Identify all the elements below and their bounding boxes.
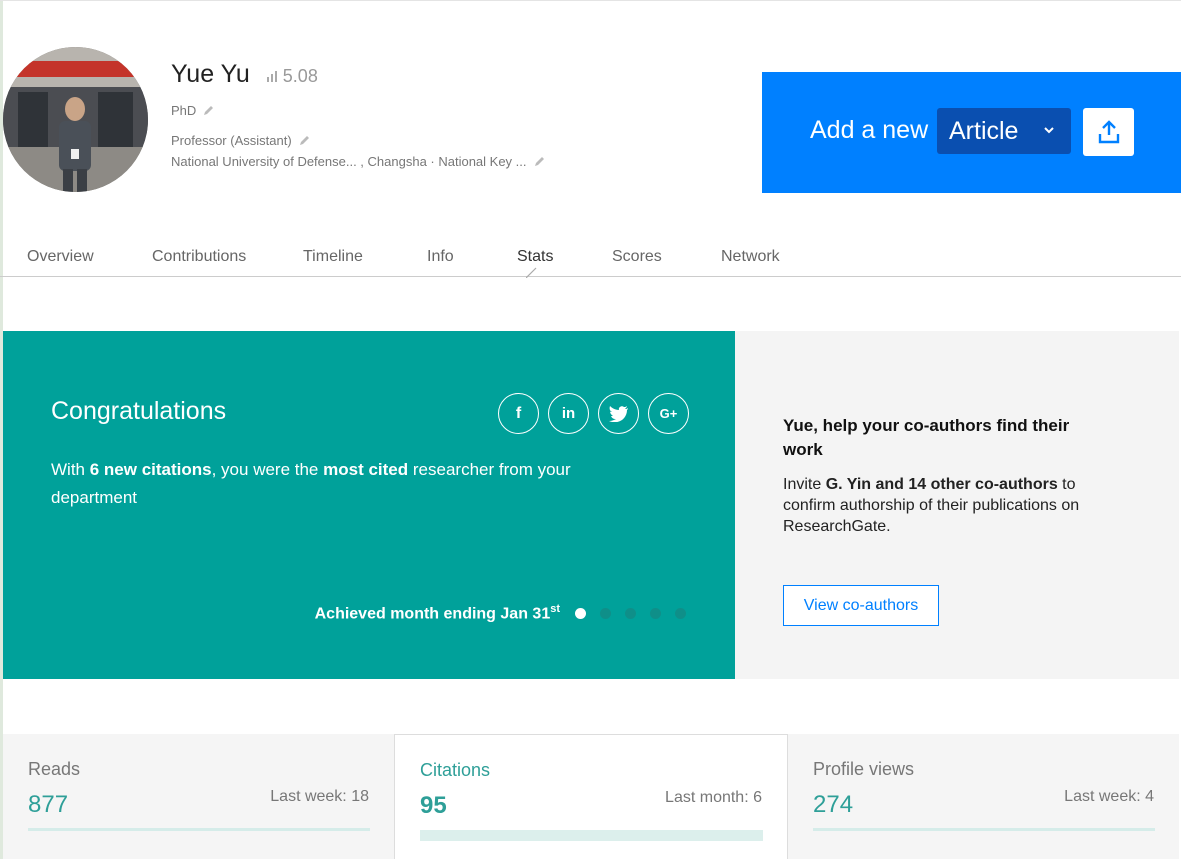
bar-chart-icon bbox=[266, 71, 277, 82]
congratulations-title: Congratulations bbox=[51, 397, 227, 425]
msg-prefix: With bbox=[51, 460, 90, 479]
congratulations-panel: Congratulations f in G+ With 6 new citat… bbox=[3, 331, 735, 679]
google-plus-share-button[interactable]: G+ bbox=[648, 393, 689, 434]
institution: National University of Defense... , Chan… bbox=[171, 154, 527, 169]
carousel-dot[interactable] bbox=[625, 608, 636, 619]
chevron-down-icon bbox=[1044, 127, 1054, 134]
facebook-icon: f bbox=[515, 404, 522, 422]
carousel-dot[interactable] bbox=[675, 608, 686, 619]
degree: PhD bbox=[171, 103, 197, 118]
profile-views-value: 274 bbox=[813, 791, 854, 818]
google-plus-icon: G+ bbox=[659, 406, 678, 421]
upload-button[interactable] bbox=[1083, 108, 1134, 156]
profile-views-card[interactable]: Profile views 274 Last week: 4 bbox=[788, 734, 1179, 859]
tab-timeline[interactable]: Timeline bbox=[303, 248, 363, 266]
add-new-banner: Add a new Article bbox=[762, 72, 1181, 193]
rg-score[interactable]: 5.08 bbox=[266, 66, 318, 87]
tab-contributions[interactable]: Contributions bbox=[152, 248, 246, 266]
view-coauthors-button[interactable]: View co-authors bbox=[783, 585, 939, 626]
tab-stats[interactable]: Stats bbox=[517, 248, 553, 266]
institution-line: National University of Defense... , Chan… bbox=[171, 154, 545, 169]
reads-value: 877 bbox=[28, 791, 69, 818]
body-coauthors: G. Yin and 14 other co-authors bbox=[825, 476, 1058, 493]
msg-mid: , you were the bbox=[211, 460, 324, 479]
congratulations-message: With 6 new citations, you were the most … bbox=[51, 456, 611, 512]
linkedin-share-button[interactable]: in bbox=[548, 393, 589, 434]
facebook-share-button[interactable]: f bbox=[498, 393, 539, 434]
achieved-sup: st bbox=[550, 603, 560, 615]
citations-card[interactable]: Citations 95 Last month: 6 bbox=[394, 734, 788, 859]
profile-tabs: Overview Contributions Timeline Info Sta… bbox=[0, 238, 1181, 277]
degree-line: PhD bbox=[171, 103, 214, 118]
carousel-dot[interactable] bbox=[575, 608, 586, 619]
profile-views-label: Profile views bbox=[813, 759, 915, 779]
pencil-icon[interactable] bbox=[299, 135, 310, 146]
reads-label: Reads bbox=[28, 759, 81, 779]
pencil-icon[interactable] bbox=[203, 105, 214, 116]
twitter-icon bbox=[608, 405, 628, 422]
msg-most-cited: most cited bbox=[323, 460, 409, 479]
citations-label: Citations bbox=[420, 760, 491, 780]
top-border bbox=[0, 0, 1181, 1]
body-prefix: Invite bbox=[783, 476, 826, 493]
carousel-dots bbox=[575, 608, 700, 619]
reads-card[interactable]: Reads 877 Last week: 18 bbox=[3, 734, 394, 859]
citations-last-month: Last month: 6 bbox=[665, 789, 762, 806]
avatar[interactable] bbox=[3, 47, 148, 192]
twitter-share-button[interactable] bbox=[598, 393, 639, 434]
msg-citations: 6 new citations bbox=[89, 460, 212, 479]
position: Professor (Assistant) bbox=[171, 133, 292, 148]
coauthors-panel: Yue, help your co-authors find their wor… bbox=[735, 331, 1179, 679]
carousel-dot[interactable] bbox=[650, 608, 661, 619]
citations-bar bbox=[420, 830, 763, 841]
profile-views-last-week: Last week: 4 bbox=[1064, 788, 1154, 805]
content-type-value: Article bbox=[949, 116, 1019, 145]
tab-scores[interactable]: Scores bbox=[612, 248, 662, 266]
achieved-date: Achieved month ending Jan 31st bbox=[315, 603, 560, 623]
tab-network[interactable]: Network bbox=[721, 248, 780, 266]
profile-name-row: Yue Yu 5.08 bbox=[171, 60, 318, 89]
carousel-dot[interactable] bbox=[600, 608, 611, 619]
pencil-icon[interactable] bbox=[534, 156, 545, 167]
reads-last-week: Last week: 18 bbox=[270, 788, 369, 805]
upload-icon bbox=[1098, 120, 1119, 144]
reads-bar bbox=[28, 828, 370, 831]
achieved-text: Achieved month ending Jan 31 bbox=[314, 605, 551, 623]
active-tab-indicator bbox=[526, 267, 537, 278]
rg-score-value: 5.08 bbox=[282, 65, 318, 86]
add-new-label: Add a new bbox=[810, 116, 929, 144]
tab-overview[interactable]: Overview bbox=[27, 248, 94, 266]
avatar-photo bbox=[3, 47, 148, 192]
coauthors-body: Invite G. Yin and 14 other co-authors to… bbox=[783, 474, 1123, 537]
citations-value: 95 bbox=[420, 792, 447, 819]
profile-name: Yue Yu bbox=[171, 60, 250, 88]
coauthors-title: Yue, help your co-authors find their wor… bbox=[783, 416, 1070, 459]
linkedin-icon: in bbox=[561, 405, 576, 422]
tab-info[interactable]: Info bbox=[427, 248, 454, 266]
position-line: Professor (Assistant) bbox=[171, 133, 310, 148]
profile-views-bar bbox=[813, 828, 1155, 831]
content-type-select[interactable]: Article bbox=[937, 108, 1071, 154]
